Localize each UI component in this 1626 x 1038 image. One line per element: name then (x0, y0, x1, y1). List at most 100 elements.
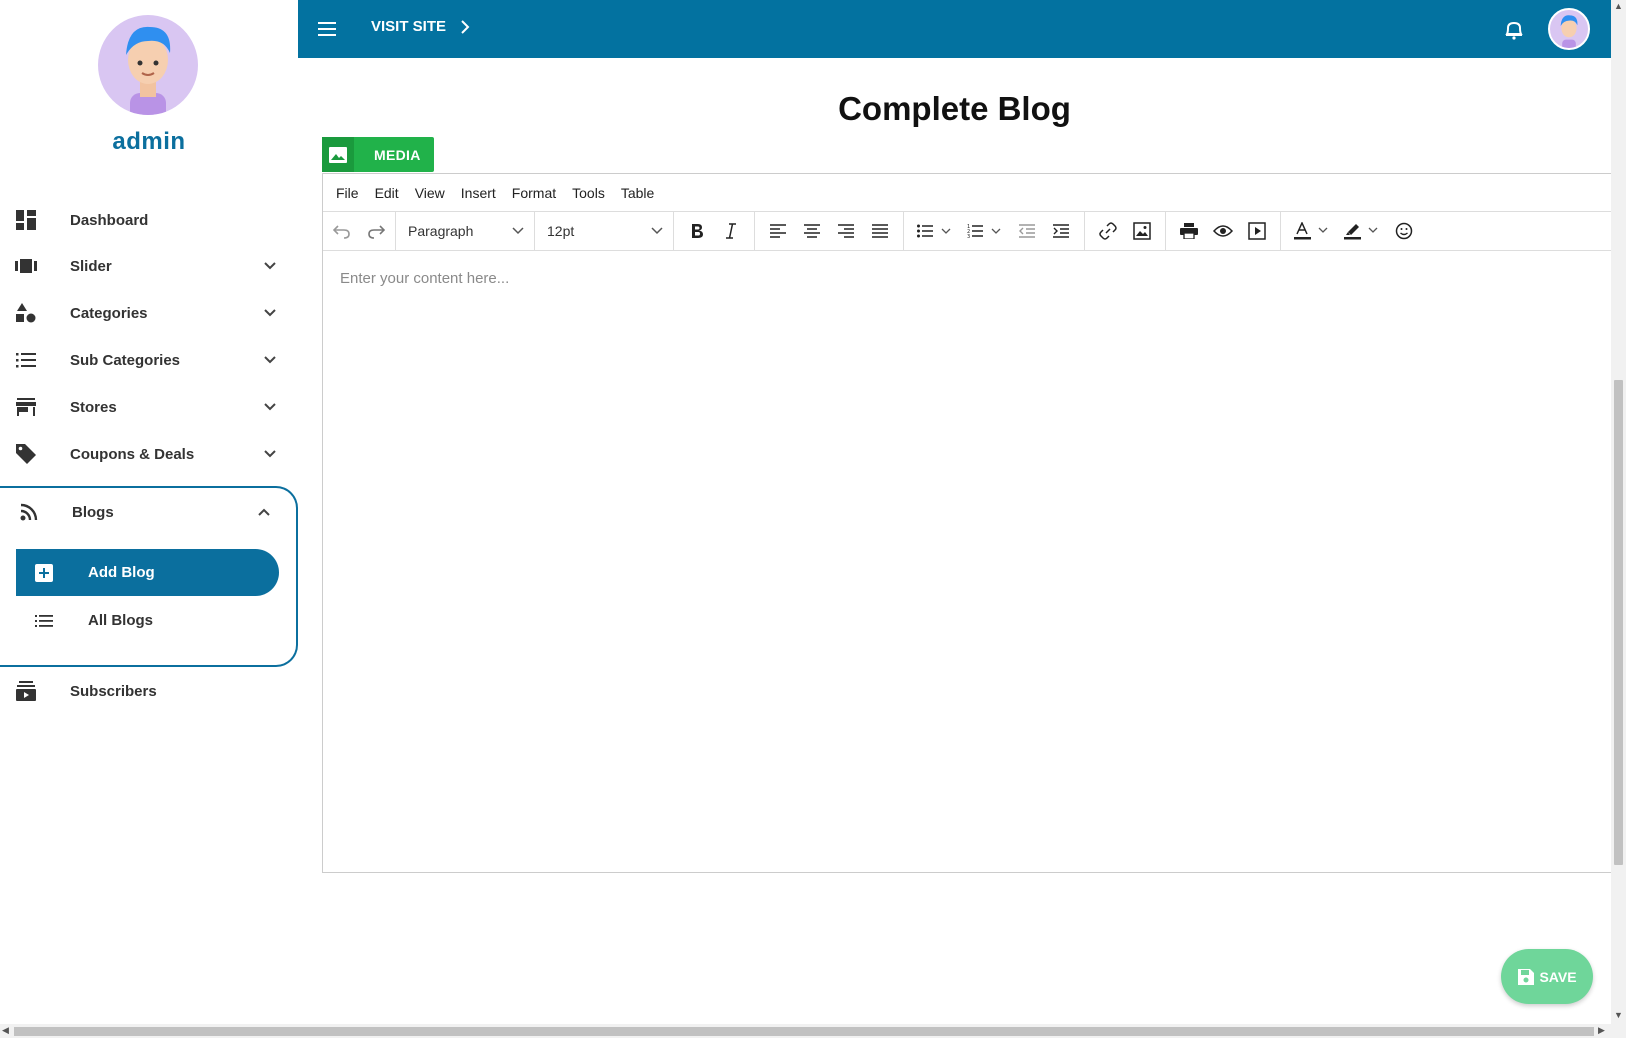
list-icon (15, 349, 37, 371)
numbered-list-button[interactable]: 123 (960, 216, 1010, 246)
sidebar-item-sub-categories[interactable]: Sub Categories (0, 340, 298, 380)
slider-icon (15, 255, 37, 277)
chevron-down-icon (264, 403, 276, 411)
svg-text:3: 3 (967, 234, 970, 239)
chevron-down-icon (264, 262, 276, 270)
rss-icon (18, 501, 40, 523)
align-right-button[interactable] (829, 216, 863, 246)
list-group: 123 (904, 212, 1085, 250)
scroll-right-arrow[interactable]: ▶ (1598, 1025, 1605, 1036)
menu-format[interactable]: Format (512, 185, 556, 201)
store-icon (15, 396, 37, 418)
horizontal-scroll-thumb[interactable] (14, 1027, 1594, 1036)
alignment-group (755, 212, 904, 250)
editor-content-area[interactable]: Enter your content here... (323, 252, 1612, 872)
link-icon (1099, 222, 1117, 240)
menu-insert[interactable]: Insert (461, 185, 496, 201)
menu-view[interactable]: View (415, 185, 445, 201)
tag-icon (15, 443, 37, 465)
user-name: admin (112, 128, 186, 155)
horizontal-scrollbar[interactable]: ◀ ▶ (0, 1024, 1626, 1038)
text-color-icon (1294, 222, 1328, 240)
highlighter-icon (1344, 224, 1378, 240)
sidebar-subitem-add-blog[interactable]: Add Blog (16, 549, 279, 596)
align-justify-icon (872, 224, 888, 238)
scroll-left-arrow[interactable]: ◀ (2, 1025, 9, 1036)
menu-file[interactable]: File (336, 185, 359, 201)
sidebar-item-label: Blogs (72, 503, 114, 521)
media-button-label: MEDIA (374, 146, 421, 163)
bullet-list-button[interactable] (910, 216, 960, 246)
menu-edit[interactable]: Edit (375, 185, 399, 201)
print-button[interactable] (1172, 216, 1206, 246)
sidebar-subitem-all-blogs[interactable]: All Blogs (16, 597, 279, 644)
sidebar-item-label: Coupons & Deals (70, 445, 195, 463)
preview-button[interactable] (1206, 216, 1240, 246)
scroll-down-arrow[interactable]: ▼ (1614, 1010, 1623, 1020)
undo-button[interactable] (325, 216, 359, 246)
save-button-label: SAVE (1539, 968, 1577, 985)
sidebar-item-label: Dashboard (70, 211, 149, 229)
image-icon (1133, 222, 1151, 240)
vertical-scroll-thumb[interactable] (1614, 380, 1623, 865)
editor-toolbar: Paragraph 12pt 123 (323, 212, 1612, 251)
list-icon (34, 611, 54, 631)
sidebar-subitem-label: Add Blog (88, 564, 155, 581)
profile-avatar[interactable] (1548, 8, 1590, 50)
sidebar: admin Dashboard Slider Categories Sub Ca… (0, 0, 298, 1024)
menu-tools[interactable]: Tools (572, 185, 605, 201)
chevron-down-icon (651, 227, 663, 235)
sidebar-item-label: Stores (70, 398, 117, 416)
sidebar-item-slider[interactable]: Slider (0, 246, 298, 286)
insert-image-button[interactable] (1125, 216, 1159, 246)
italic-button[interactable] (714, 216, 748, 246)
menu-table[interactable]: Table (621, 185, 654, 201)
align-right-icon (838, 224, 854, 238)
emoji-icon (1395, 222, 1413, 240)
align-center-button[interactable] (795, 216, 829, 246)
italic-icon (726, 223, 736, 239)
visit-site-label: VISIT SITE (371, 18, 447, 35)
insert-link-button[interactable] (1091, 216, 1125, 246)
sidebar-item-label: Slider (70, 257, 112, 275)
outdent-button[interactable] (1010, 216, 1044, 246)
outdent-icon (1019, 224, 1035, 238)
page-title: Complete Blog (838, 90, 1071, 127)
vertical-scrollbar[interactable]: ▲ ▼ (1611, 0, 1626, 1024)
scroll-up-arrow[interactable]: ▲ (1614, 1, 1623, 11)
align-justify-button[interactable] (863, 216, 897, 246)
save-button[interactable]: SAVE (1501, 949, 1593, 1004)
add-box-icon (34, 563, 54, 583)
chevron-down-icon (512, 227, 524, 235)
sidebar-item-subscribers[interactable]: Subscribers (0, 671, 298, 711)
sidebar-item-blogs[interactable]: Blogs (0, 492, 298, 532)
image-icon (322, 137, 354, 172)
indent-button[interactable] (1044, 216, 1078, 246)
redo-button[interactable] (359, 216, 393, 246)
sidebar-item-dashboard[interactable]: Dashboard (0, 200, 298, 240)
sidebar-item-stores[interactable]: Stores (0, 387, 298, 427)
highlight-color-button[interactable] (1337, 216, 1387, 246)
sidebar-item-label: Sub Categories (70, 351, 181, 369)
chevron-up-icon (258, 508, 270, 516)
sidebar-item-categories[interactable]: Categories (0, 293, 298, 333)
font-size-select[interactable]: 12pt (535, 212, 674, 250)
insert-group (1085, 212, 1166, 250)
notification-bell-icon[interactable] (1502, 18, 1526, 42)
insert-media-button[interactable] (1240, 216, 1274, 246)
save-icon (1518, 968, 1535, 985)
bold-button[interactable] (680, 216, 714, 246)
menu-icon[interactable] (316, 19, 338, 39)
view-group (1166, 212, 1281, 250)
block-format-select[interactable]: Paragraph (396, 212, 535, 250)
visit-site-link[interactable]: VISIT SITE (371, 18, 470, 35)
font-size-value: 12pt (547, 223, 575, 239)
sidebar-item-label: Subscribers (70, 682, 157, 700)
text-color-button[interactable] (1287, 216, 1337, 246)
blogs-group: Blogs Add Blog All Blogs (0, 486, 298, 667)
align-left-button[interactable] (761, 216, 795, 246)
emoji-button[interactable] (1387, 216, 1421, 246)
color-group (1281, 212, 1427, 250)
media-button[interactable]: MEDIA (322, 137, 434, 172)
sidebar-item-coupons-deals[interactable]: Coupons & Deals (0, 434, 298, 474)
